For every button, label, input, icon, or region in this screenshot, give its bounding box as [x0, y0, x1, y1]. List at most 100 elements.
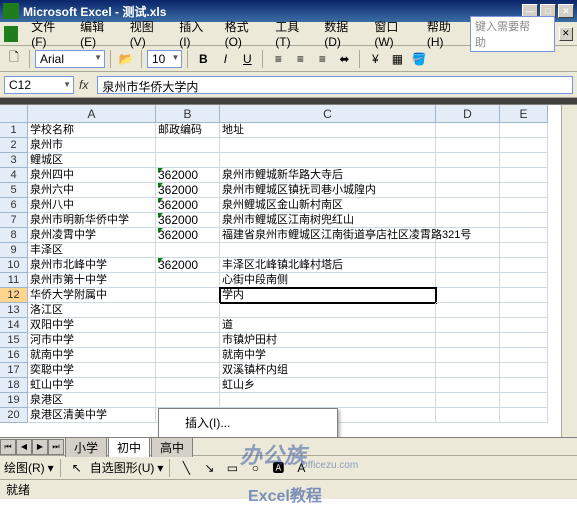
- cell[interactable]: [436, 168, 500, 183]
- cell[interactable]: 奕聪中学: [28, 363, 156, 378]
- cell[interactable]: [220, 303, 436, 318]
- menu-view[interactable]: 视图(V): [123, 15, 173, 52]
- vertical-scrollbar[interactable]: [561, 105, 577, 437]
- cell[interactable]: [436, 138, 500, 153]
- col-head-E[interactable]: E: [500, 105, 548, 123]
- cell[interactable]: 学内: [220, 288, 436, 303]
- cell[interactable]: [436, 348, 500, 363]
- cell[interactable]: 洛江区: [28, 303, 156, 318]
- fx-icon[interactable]: fx: [76, 78, 91, 92]
- line-icon[interactable]: ╲: [176, 458, 196, 478]
- cell[interactable]: [500, 348, 548, 363]
- cell[interactable]: [436, 153, 500, 168]
- cell[interactable]: [436, 303, 500, 318]
- cell[interactable]: 362000: [156, 168, 220, 183]
- cell[interactable]: 泉州市鲤城区镇抚司巷小城隍内: [220, 183, 436, 198]
- cell[interactable]: [500, 363, 548, 378]
- cell[interactable]: [500, 138, 548, 153]
- cell[interactable]: [436, 288, 500, 303]
- cell[interactable]: [156, 303, 220, 318]
- cell[interactable]: 泉州六中: [28, 183, 156, 198]
- menu-file[interactable]: 文件(F): [24, 15, 73, 52]
- close-button[interactable]: ✕: [558, 4, 574, 18]
- row-head[interactable]: 4: [0, 168, 28, 183]
- cell[interactable]: 泉州凌霄中学: [28, 228, 156, 243]
- borders-icon[interactable]: ▦: [387, 49, 407, 69]
- cell[interactable]: [500, 183, 548, 198]
- cell[interactable]: [436, 243, 500, 258]
- cell[interactable]: 就南中学: [28, 348, 156, 363]
- cell[interactable]: 丰泽区北峰镇北峰村塔后: [220, 258, 436, 273]
- cell[interactable]: 泉州鲤城区金山新村南区: [220, 198, 436, 213]
- cell[interactable]: 华侨大学附属中: [28, 288, 156, 303]
- pointer-icon[interactable]: ↖: [67, 458, 87, 478]
- currency-icon[interactable]: ¥: [365, 49, 385, 69]
- row-head[interactable]: 17: [0, 363, 28, 378]
- cell[interactable]: [436, 258, 500, 273]
- menu-edit[interactable]: 编辑(E): [73, 15, 123, 52]
- cell[interactable]: [436, 378, 500, 393]
- draw-menu[interactable]: 绘图(R): [4, 459, 45, 476]
- cell[interactable]: 362000: [156, 198, 220, 213]
- cell[interactable]: 双溪镇杯内组: [220, 363, 436, 378]
- cell[interactable]: [436, 408, 500, 423]
- row-head[interactable]: 12: [0, 288, 28, 303]
- cell[interactable]: [500, 408, 548, 423]
- cell[interactable]: [156, 348, 220, 363]
- menu-window[interactable]: 窗口(W): [367, 15, 419, 52]
- menu-format[interactable]: 格式(O): [218, 15, 269, 52]
- cell[interactable]: 福建省泉州市鲤城区江南街道亭店社区凌霄路321号: [220, 228, 436, 243]
- cell[interactable]: 泉州市第十中学: [28, 273, 156, 288]
- cell[interactable]: 道: [220, 318, 436, 333]
- cell[interactable]: [500, 213, 548, 228]
- cell[interactable]: [500, 123, 548, 138]
- row-head[interactable]: 15: [0, 333, 28, 348]
- cell[interactable]: 河市中学: [28, 333, 156, 348]
- rect-icon[interactable]: ▭: [222, 458, 242, 478]
- cell[interactable]: [500, 288, 548, 303]
- row-head[interactable]: 5: [0, 183, 28, 198]
- cell[interactable]: [436, 198, 500, 213]
- spreadsheet-grid[interactable]: ABCDE 1234567891011121314151617181920 学校…: [0, 104, 577, 437]
- cell[interactable]: 泉州四中: [28, 168, 156, 183]
- menu-data[interactable]: 数据(D): [317, 15, 367, 52]
- cell[interactable]: 362000: [156, 183, 220, 198]
- bold-button[interactable]: B: [193, 49, 213, 69]
- cell[interactable]: 就南中学: [220, 348, 436, 363]
- cell[interactable]: 鲤城区: [28, 153, 156, 168]
- tab-next-icon[interactable]: ▶: [32, 439, 48, 455]
- cell[interactable]: 泉州市鲤城区江南树兜红山: [220, 213, 436, 228]
- cell[interactable]: 邮政编码: [156, 123, 220, 138]
- cell[interactable]: [436, 183, 500, 198]
- autoshapes-menu[interactable]: 自选图形(U): [90, 459, 155, 476]
- cm-delete[interactable]: 删除(D): [161, 434, 335, 437]
- name-box[interactable]: C12: [4, 76, 74, 94]
- doc-close-button[interactable]: ✕: [559, 27, 573, 41]
- cell[interactable]: [500, 393, 548, 408]
- cell[interactable]: [500, 243, 548, 258]
- row-head[interactable]: 14: [0, 318, 28, 333]
- align-right-icon[interactable]: ≡: [312, 49, 332, 69]
- cell[interactable]: [436, 318, 500, 333]
- formula-bar[interactable]: 泉州市华侨大学内: [97, 76, 573, 94]
- row-head[interactable]: 9: [0, 243, 28, 258]
- menu-tools[interactable]: 工具(T): [268, 15, 317, 52]
- cell[interactable]: [156, 378, 220, 393]
- row-head[interactable]: 11: [0, 273, 28, 288]
- underline-button[interactable]: U: [237, 49, 257, 69]
- cell[interactable]: 泉州市明新华侨中学: [28, 213, 156, 228]
- textbox-icon[interactable]: 🅰: [268, 458, 288, 478]
- cell[interactable]: [156, 363, 220, 378]
- merge-icon[interactable]: ⬌: [334, 49, 354, 69]
- cm-insert[interactable]: 插入(I)...: [161, 411, 335, 434]
- row-head[interactable]: 7: [0, 213, 28, 228]
- col-head-A[interactable]: A: [28, 105, 156, 123]
- cell[interactable]: 丰泽区: [28, 243, 156, 258]
- row-head[interactable]: 6: [0, 198, 28, 213]
- row-head[interactable]: 3: [0, 153, 28, 168]
- cell[interactable]: [436, 333, 500, 348]
- cell[interactable]: [220, 138, 436, 153]
- italic-button[interactable]: I: [215, 49, 235, 69]
- cell[interactable]: [436, 393, 500, 408]
- col-head-C[interactable]: C: [220, 105, 436, 123]
